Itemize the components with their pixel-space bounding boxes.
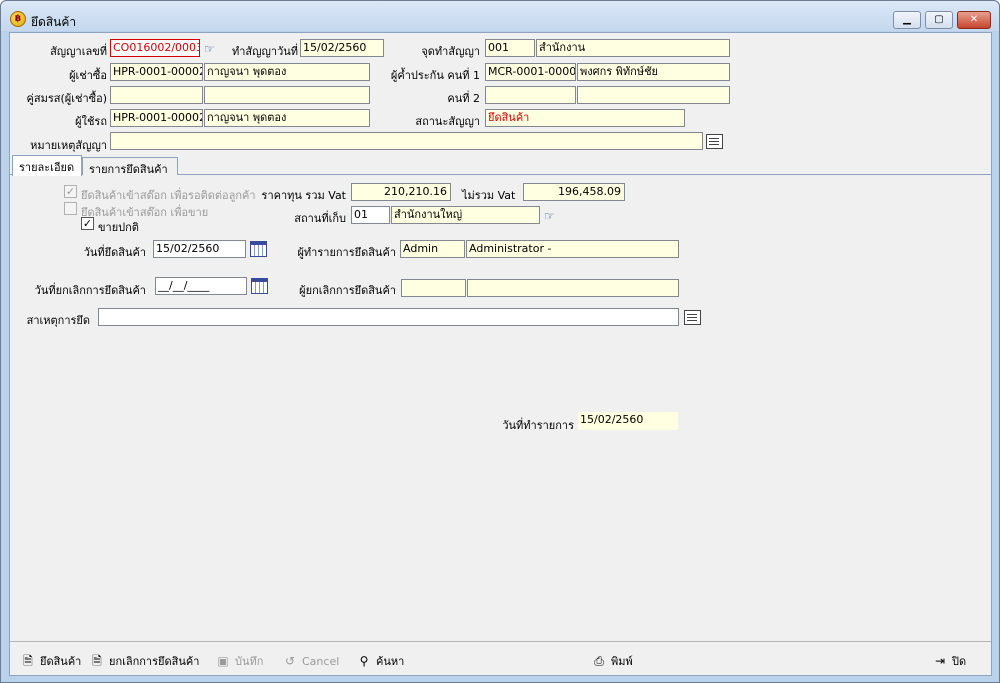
storage-lookup-icon[interactable]: ☞ bbox=[544, 208, 562, 224]
print-preview-icon: ⎙ bbox=[594, 654, 604, 668]
storage-label: สถานที่เก็บ bbox=[294, 212, 346, 225]
seize-date-field[interactable]: 15/02/2560 bbox=[153, 240, 246, 258]
stock-customer-checkbox[interactable]: ✓ bbox=[64, 185, 77, 198]
print-button[interactable]: ⎙ พิมพ์ bbox=[591, 651, 633, 671]
title-bar: ฿ ยึดสินค้า ▁ ▢ ✕ bbox=[1, 1, 999, 31]
stock-customer-label: ยึดสินค้าเข้าสต๊อก เพื่อรอติดต่อลูกค้า bbox=[81, 189, 256, 202]
contract-lookup-icon[interactable]: ☞ bbox=[204, 41, 222, 57]
contract-place-label: จุดทำสัญญา bbox=[421, 45, 480, 58]
transaction-date-label: วันที่ทำรายการ bbox=[502, 419, 574, 432]
cost-excl-vat-field: 196,458.09 bbox=[523, 183, 625, 201]
cancel-date-field[interactable]: __/__/____ bbox=[155, 277, 247, 295]
spouse-label: คู่สมรส(ผู้เช่าซื้อ) bbox=[26, 92, 107, 105]
reason-edit-icon[interactable] bbox=[684, 310, 701, 325]
storage-code-field[interactable]: 01 bbox=[351, 206, 390, 224]
maximize-button[interactable]: ▢ bbox=[925, 11, 953, 29]
form-client-area: สัญญาเลขที่ CO016002/0003 ☞ ทำสัญญาวันที… bbox=[9, 32, 992, 676]
main-window: ฿ ยึดสินค้า ▁ ▢ ✕ สัญญาเลขที่ CO016002/0… bbox=[0, 0, 1000, 683]
note-edit-icon[interactable] bbox=[706, 134, 723, 149]
seize-by-label: ผู้ทำรายการยึดสินค้า bbox=[297, 246, 396, 259]
transaction-date-field: 15/02/2560 bbox=[578, 412, 678, 430]
tab-seized-items[interactable]: รายการยึดสินค้า bbox=[82, 157, 178, 176]
normal-sale-label: ขายปกติ bbox=[98, 221, 139, 234]
seize-button-label: ยึดสินค้า bbox=[40, 655, 82, 668]
seize-by-name-field: Administrator - bbox=[466, 240, 679, 258]
cost-incl-vat-label: ราคาทุน รวม Vat bbox=[261, 189, 346, 202]
seize-date-calendar-icon[interactable] bbox=[250, 241, 267, 257]
contract-date-label: ทำสัญญาวันที่ bbox=[232, 45, 299, 58]
seize-by-code-field: Admin bbox=[400, 240, 465, 258]
guarantor2-label: คนที่ 2 bbox=[447, 92, 480, 105]
contract-date-field[interactable]: 15/02/2560 bbox=[300, 39, 384, 57]
close-button[interactable]: ⇥ ปิด bbox=[932, 651, 966, 671]
vehicle-user-name-field[interactable]: กาญจนา พุดตอง bbox=[204, 109, 370, 127]
close-window-button[interactable]: ✕ bbox=[957, 11, 991, 29]
cancel-button[interactable]: ↺ Cancel bbox=[282, 651, 339, 671]
cancel-by-label: ผู้ยกเลิกการยึดสินค้า bbox=[299, 284, 396, 297]
contract-no-field[interactable]: CO016002/0003 bbox=[110, 39, 200, 57]
cancel-by-code-field bbox=[401, 279, 466, 297]
print-button-label: พิมพ์ bbox=[611, 655, 633, 668]
binoculars-icon: ⚲ bbox=[359, 654, 369, 668]
cancel-button-label: Cancel bbox=[302, 654, 340, 668]
buyer-label: ผู้เช่าซื้อ bbox=[69, 69, 107, 82]
spouse-code-field[interactable] bbox=[110, 86, 203, 104]
cancel-seize-button[interactable]: 🗎 ยกเลิกการยึดสินค้า bbox=[89, 651, 199, 671]
close-button-label: ปิด bbox=[952, 655, 967, 668]
save-disk-icon: ▣ bbox=[217, 654, 229, 668]
stock-sale-checkbox[interactable] bbox=[64, 202, 77, 215]
normal-sale-checkbox[interactable]: ✓ bbox=[81, 217, 94, 230]
guarantor1-code-field[interactable]: MCR-0001-00001 bbox=[485, 63, 576, 81]
spouse-name-field[interactable] bbox=[204, 86, 370, 104]
contract-status-field: ยึดสินค้า bbox=[485, 109, 685, 127]
cancel-date-label: วันที่ยกเลิกการยึดสินค้า bbox=[34, 284, 146, 297]
contract-note-field[interactable] bbox=[110, 132, 703, 150]
seize-reason-field[interactable] bbox=[98, 308, 679, 326]
vehicle-user-code-field[interactable]: HPR-0001-00002 bbox=[110, 109, 203, 127]
cancel-seize-icon: 🗎 bbox=[92, 654, 102, 668]
undo-icon: ↺ bbox=[284, 654, 296, 668]
contract-place-code-field[interactable]: 001 bbox=[485, 39, 535, 57]
toolbar-divider bbox=[10, 641, 991, 642]
window-title: ยึดสินค้า bbox=[31, 15, 77, 29]
contract-no-label: สัญญาเลขที่ bbox=[50, 45, 107, 58]
app-icon: ฿ bbox=[10, 11, 26, 27]
seize-button[interactable]: 🗎 ยึดสินค้า bbox=[20, 651, 81, 671]
cost-excl-vat-label: ไม่รวม Vat bbox=[462, 189, 516, 202]
search-button[interactable]: ⚲ ค้นหา bbox=[356, 651, 405, 671]
contract-place-name-field[interactable]: สำนักงาน bbox=[536, 39, 730, 57]
tab-details[interactable]: รายละเอียด bbox=[12, 155, 82, 176]
minimize-button[interactable]: ▁ bbox=[893, 11, 921, 29]
vehicle-user-label: ผู้ใช้รถ bbox=[75, 115, 107, 128]
guarantor2-name-field[interactable] bbox=[577, 86, 730, 104]
contract-note-label: หมายเหตุสัญญา bbox=[30, 139, 107, 152]
contract-status-label: สถานะสัญญา bbox=[415, 115, 480, 128]
cancel-seize-button-label: ยกเลิกการยึดสินค้า bbox=[109, 655, 200, 668]
exit-door-icon: ⇥ bbox=[934, 654, 946, 668]
buyer-name-field[interactable]: กาญจนา พุดตอง bbox=[204, 63, 370, 81]
cancel-by-name-field bbox=[467, 279, 679, 297]
seize-date-label: วันที่ยึดสินค้า bbox=[83, 246, 146, 259]
save-button[interactable]: ▣ บันทึก bbox=[215, 651, 263, 671]
guarantor1-label: ผู้ค้ำประกัน คนที่ 1 bbox=[390, 69, 480, 82]
storage-name-field[interactable]: สำนักงานใหญ่ bbox=[391, 206, 540, 224]
guarantor2-code-field[interactable] bbox=[485, 86, 576, 104]
cancel-date-calendar-icon[interactable] bbox=[251, 278, 268, 294]
buyer-code-field[interactable]: HPR-0001-00002 bbox=[110, 63, 203, 81]
seize-icon: 🗎 bbox=[23, 654, 33, 668]
save-button-label: บันทึก bbox=[235, 655, 264, 668]
guarantor1-name-field[interactable]: พงศกร พิทักษ์ชัย bbox=[577, 63, 730, 81]
seize-reason-label: สาเหตุการยึด bbox=[26, 314, 90, 327]
search-button-label: ค้นหา bbox=[376, 655, 405, 668]
cost-incl-vat-field: 210,210.16 bbox=[351, 183, 451, 201]
